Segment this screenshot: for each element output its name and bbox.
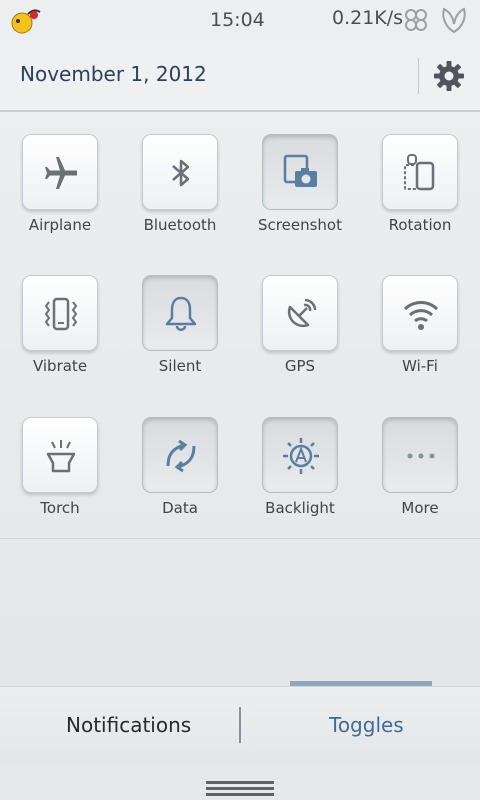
toggle-label: Torch [40,499,80,517]
more-icon [407,453,435,459]
toggle-data-button[interactable] [142,417,218,493]
toggle-backlight[interactable]: Backlight [240,417,360,547]
bell-icon [165,296,197,331]
toggle-bluetooth[interactable]: Bluetooth [120,134,240,264]
gps-icon [287,298,317,328]
toggle-label: Bluetooth [143,216,217,234]
bluetooth-icon [172,159,190,187]
selected-tab-indicator [290,681,432,686]
toggle-label: Screenshot [258,216,342,234]
backlight-icon [283,438,319,474]
toggle-bluetooth-button[interactable] [142,134,218,210]
toggle-wifi-button[interactable] [382,275,458,351]
gear-icon[interactable] [432,59,466,93]
toggle-silent-button[interactable] [142,275,218,351]
tab-notifications[interactable]: Notifications [66,713,191,737]
toggle-label: More [401,499,439,517]
toggle-more[interactable]: More [360,417,480,547]
toggle-screenshot[interactable]: Screenshot [240,134,360,264]
toggle-wifi[interactable]: Wi-Fi [360,275,480,405]
wifi-icon [403,301,439,330]
toggle-gps-button[interactable] [262,275,338,351]
toggle-label: Rotation [388,216,452,234]
header-divider [418,58,419,94]
notification-header: November 1, 2012 [0,40,480,112]
toggle-rotation-button[interactable] [382,134,458,210]
toggle-screenshot-button[interactable] [262,134,338,210]
toggle-label: Backlight [265,499,335,517]
leaf-status-icon [442,7,466,34]
screenshot-icon [283,154,317,187]
airplane-icon [45,157,77,189]
vibrate-icon [44,297,78,331]
toggle-torch[interactable]: Torch [0,417,120,547]
network-speed: 0.21K/s [332,7,404,29]
toggle-label: Vibrate [32,357,88,375]
tab-bar: Notifications Toggles [0,681,480,764]
toggle-label: GPS [284,357,316,375]
toggle-rotation[interactable]: Rotation [360,134,480,264]
sync-status-icon [405,9,427,31]
toggle-data[interactable]: Data [120,417,240,547]
toggle-backlight-button[interactable] [262,417,338,493]
toggle-silent[interactable]: Silent [120,275,240,405]
torch-icon [46,440,76,473]
status-time: 15:04 [210,9,265,31]
app-notification-icon [11,9,41,34]
grid-divider [0,538,480,539]
toggle-more-button[interactable] [382,417,458,493]
toggle-label: Silent [158,357,202,375]
toggle-airplane[interactable]: Airplane [0,134,120,264]
data-icon [166,439,196,473]
tab-divider [239,707,241,743]
toggle-torch-button[interactable] [22,417,98,493]
toggle-vibrate[interactable]: Vibrate [0,275,120,405]
toggle-label: Wi-Fi [402,357,438,375]
toggle-label: Airplane [28,216,92,234]
toggle-label: Data [162,499,198,517]
tab-toggles[interactable]: Toggles [329,713,404,737]
status-bar: 15:04 0.21K/s [0,0,480,40]
toggle-gps[interactable]: GPS [240,275,360,405]
rotation-icon [404,154,435,191]
toggle-airplane-button[interactable] [22,134,98,210]
date-label: November 1, 2012 [20,62,207,86]
drag-handle-icon[interactable] [206,780,274,798]
toggle-vibrate-button[interactable] [22,275,98,351]
